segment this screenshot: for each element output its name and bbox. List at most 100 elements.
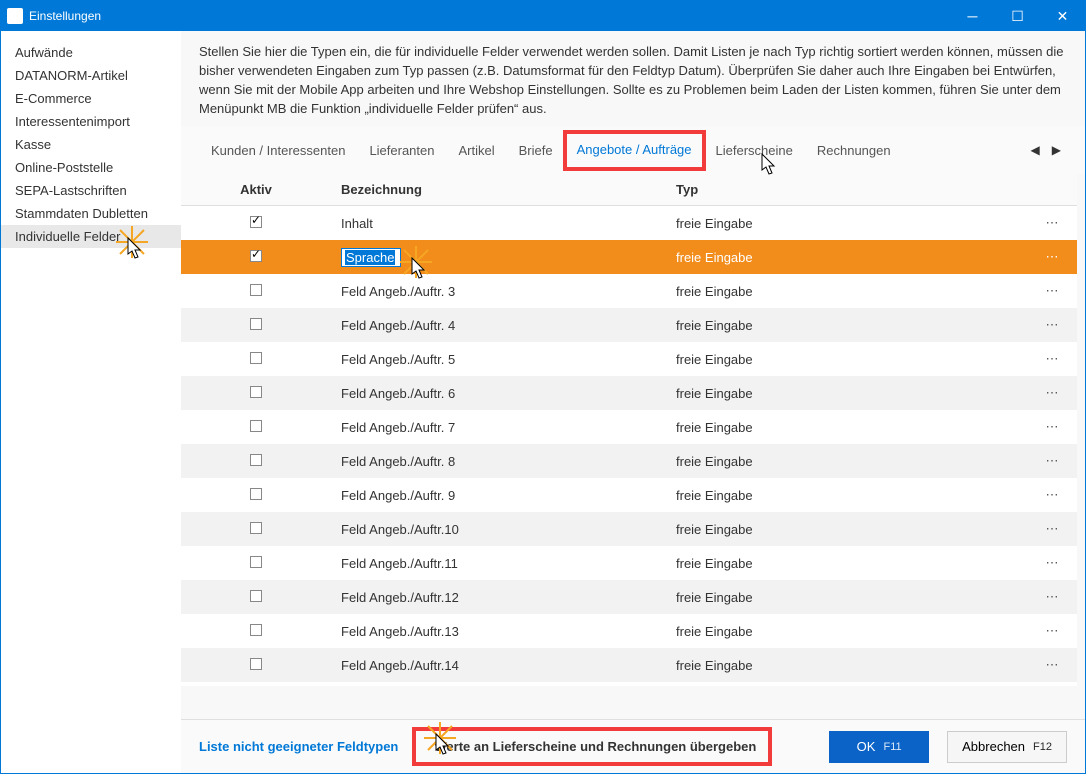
cell-bezeichnung[interactable]: Feld Angeb./Auftr. 6	[331, 386, 666, 401]
sidebar-item[interactable]: Online-Poststelle	[1, 156, 181, 179]
table-row[interactable]: Feld Angeb./Auftr. 6freie Eingabe⋯	[181, 376, 1077, 410]
table-row[interactable]: Feld Angeb./Auftr. 8freie Eingabe⋯	[181, 444, 1077, 478]
ok-button[interactable]: OK F11	[829, 731, 929, 763]
bezeichnung-edit-input[interactable]: Sprache	[341, 248, 401, 267]
row-actions-icon[interactable]: ⋯	[1027, 487, 1077, 503]
cell-typ[interactable]: freie Eingabe	[666, 590, 1027, 605]
cell-bezeichnung[interactable]: Feld Angeb./Auftr. 7	[331, 420, 666, 435]
row-actions-icon[interactable]: ⋯	[1027, 215, 1077, 231]
sidebar-item[interactable]: E-Commerce	[1, 87, 181, 110]
aktiv-checkbox[interactable]	[250, 522, 262, 534]
close-button[interactable]: ✕	[1040, 1, 1085, 31]
tab[interactable]: Briefe	[507, 133, 565, 168]
cell-aktiv[interactable]	[181, 352, 331, 367]
cell-aktiv[interactable]	[181, 420, 331, 435]
cell-aktiv[interactable]	[181, 284, 331, 299]
table-row[interactable]: Feld Angeb./Auftr.13freie Eingabe⋯	[181, 614, 1077, 648]
row-actions-icon[interactable]: ⋯	[1027, 657, 1077, 673]
cell-bezeichnung[interactable]: Feld Angeb./Auftr.10	[331, 522, 666, 537]
maximize-button[interactable]: ☐	[995, 1, 1040, 31]
table-row[interactable]: Feld Angeb./Auftr.10freie Eingabe⋯	[181, 512, 1077, 546]
aktiv-checkbox[interactable]	[250, 556, 262, 568]
cell-typ[interactable]: freie Eingabe	[666, 658, 1027, 673]
table-row[interactable]: Feld Angeb./Auftr. 7freie Eingabe⋯	[181, 410, 1077, 444]
sidebar-item[interactable]: SEPA-Lastschriften	[1, 179, 181, 202]
tab-scroll-right-icon[interactable]: ▶	[1052, 143, 1061, 157]
cancel-button[interactable]: Abbrechen F12	[947, 731, 1067, 763]
cell-aktiv[interactable]	[181, 624, 331, 639]
row-actions-icon[interactable]: ⋯	[1027, 555, 1077, 571]
table-row[interactable]: Feld Angeb./Auftr.11freie Eingabe⋯	[181, 546, 1077, 580]
cell-typ[interactable]: freie Eingabe	[666, 284, 1027, 299]
sidebar-item[interactable]: DATANORM-Artikel	[1, 64, 181, 87]
aktiv-checkbox[interactable]	[250, 658, 262, 670]
table-row[interactable]: Feld Angeb./Auftr.14freie Eingabe⋯	[181, 648, 1077, 682]
tab[interactable]: Lieferanten	[357, 133, 446, 168]
row-actions-icon[interactable]: ⋯	[1027, 385, 1077, 401]
aktiv-checkbox[interactable]	[250, 250, 262, 262]
cell-bezeichnung[interactable]: Feld Angeb./Auftr. 9	[331, 488, 666, 503]
cell-aktiv[interactable]	[181, 590, 331, 605]
minimize-button[interactable]: ─	[950, 1, 995, 31]
tab-scroll-left-icon[interactable]: ◀	[1031, 143, 1040, 157]
column-header-typ[interactable]: Typ	[666, 182, 1027, 197]
cell-bezeichnung[interactable]: Feld Angeb./Auftr. 5	[331, 352, 666, 367]
aktiv-checkbox[interactable]	[250, 352, 262, 364]
table-row[interactable]: Sprache freie Eingabe⋯	[181, 240, 1077, 274]
cell-aktiv[interactable]	[181, 658, 331, 673]
cell-bezeichnung[interactable]: Feld Angeb./Auftr. 3	[331, 284, 666, 299]
row-actions-icon[interactable]: ⋯	[1027, 317, 1077, 333]
cell-aktiv[interactable]	[181, 386, 331, 401]
row-actions-icon[interactable]: ⋯	[1027, 283, 1077, 299]
cell-typ[interactable]: freie Eingabe	[666, 522, 1027, 537]
table-row[interactable]: Feld Angeb./Auftr.12freie Eingabe⋯	[181, 580, 1077, 614]
tab[interactable]: Angebote / Aufträge	[565, 132, 704, 169]
table-row[interactable]: Inhaltfreie Eingabe⋯	[181, 206, 1077, 240]
aktiv-checkbox[interactable]	[250, 420, 262, 432]
cell-bezeichnung[interactable]: Feld Angeb./Auftr.14	[331, 658, 666, 673]
table-row[interactable]: Feld Angeb./Auftr. 5freie Eingabe⋯	[181, 342, 1077, 376]
cell-typ[interactable]: freie Eingabe	[666, 216, 1027, 231]
cell-bezeichnung[interactable]: Feld Angeb./Auftr. 8	[331, 454, 666, 469]
row-actions-icon[interactable]: ⋯	[1027, 249, 1077, 265]
table-row[interactable]: Feld Angeb./Auftr. 4freie Eingabe⋯	[181, 308, 1077, 342]
row-actions-icon[interactable]: ⋯	[1027, 351, 1077, 367]
cell-aktiv[interactable]	[181, 250, 331, 265]
cell-bezeichnung[interactable]: Feld Angeb./Auftr.12	[331, 590, 666, 605]
aktiv-checkbox[interactable]	[250, 454, 262, 466]
tab[interactable]: Kunden / Interessenten	[199, 133, 357, 168]
cell-typ[interactable]: freie Eingabe	[666, 624, 1027, 639]
cell-aktiv[interactable]	[181, 454, 331, 469]
cell-typ[interactable]: freie Eingabe	[666, 352, 1027, 367]
cell-typ[interactable]: freie Eingabe	[666, 318, 1027, 333]
cell-typ[interactable]: freie Eingabe	[666, 386, 1027, 401]
cell-aktiv[interactable]	[181, 522, 331, 537]
unsuitable-fieldtypes-link[interactable]: Liste nicht geeigneter Feldtypen	[199, 739, 398, 754]
row-actions-icon[interactable]: ⋯	[1027, 419, 1077, 435]
tab[interactable]: Rechnungen	[805, 133, 903, 168]
cell-aktiv[interactable]	[181, 216, 331, 231]
sidebar-item[interactable]: Interessentenimport	[1, 110, 181, 133]
cell-bezeichnung[interactable]: Feld Angeb./Auftr.11	[331, 556, 666, 571]
cell-bezeichnung[interactable]: Sprache	[331, 248, 666, 267]
cell-typ[interactable]: freie Eingabe	[666, 250, 1027, 265]
tab[interactable]: Artikel	[447, 133, 507, 168]
table-row[interactable]: Feld Angeb./Auftr. 9freie Eingabe⋯	[181, 478, 1077, 512]
cell-typ[interactable]: freie Eingabe	[666, 454, 1027, 469]
column-header-aktiv[interactable]: Aktiv	[181, 182, 331, 197]
sidebar-item[interactable]: Aufwände	[1, 41, 181, 64]
row-actions-icon[interactable]: ⋯	[1027, 623, 1077, 639]
aktiv-checkbox[interactable]	[250, 386, 262, 398]
row-actions-icon[interactable]: ⋯	[1027, 453, 1077, 469]
row-actions-icon[interactable]: ⋯	[1027, 521, 1077, 537]
aktiv-checkbox[interactable]	[250, 590, 262, 602]
cell-typ[interactable]: freie Eingabe	[666, 556, 1027, 571]
cell-bezeichnung[interactable]: Feld Angeb./Auftr. 4	[331, 318, 666, 333]
sidebar-item[interactable]: Kasse	[1, 133, 181, 156]
column-header-bezeichnung[interactable]: Bezeichnung	[331, 182, 666, 197]
cell-typ[interactable]: freie Eingabe	[666, 420, 1027, 435]
aktiv-checkbox[interactable]	[250, 624, 262, 636]
sidebar-item[interactable]: Stammdaten Dubletten	[1, 202, 181, 225]
aktiv-checkbox[interactable]	[250, 488, 262, 500]
cell-aktiv[interactable]	[181, 488, 331, 503]
